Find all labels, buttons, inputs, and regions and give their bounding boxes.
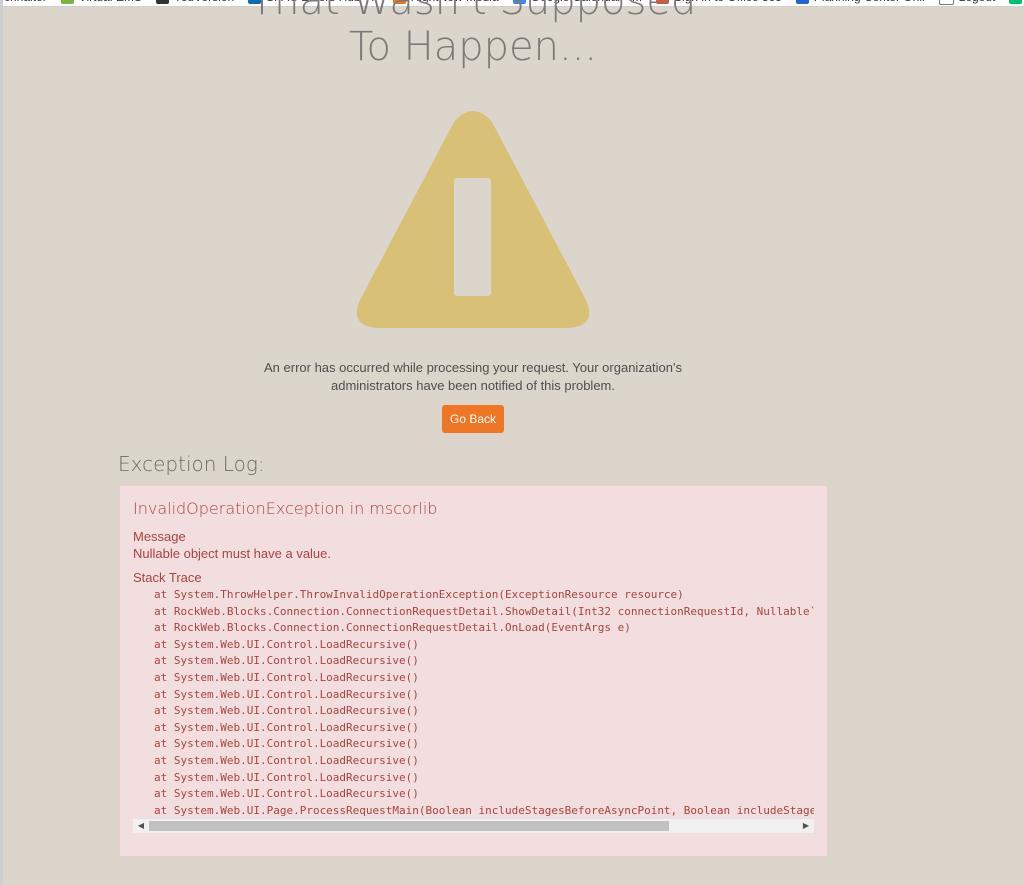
bookmark-label: Logout xyxy=(959,0,996,4)
exception-name: InvalidOperationException in mscorlib xyxy=(133,499,438,518)
message-label: Message xyxy=(133,529,186,544)
stack-trace[interactable]: at System.ThrowHelper.ThrowInvalidOperat… xyxy=(133,587,814,819)
stack-trace-line: at System.Web.UI.Control.LoadRecursive() xyxy=(154,737,419,751)
stack-trace-line: at System.Web.UI.Control.LoadRecursive() xyxy=(154,654,419,668)
bookmark-item[interactable]: Logout xyxy=(938,0,996,5)
page-title: That Wasn't Supposed To Happen... xyxy=(0,0,946,70)
error-message: An error has occurred while processing y… xyxy=(264,360,682,393)
go-back-button[interactable]: Go Back xyxy=(442,405,504,433)
warning-icon xyxy=(354,108,592,330)
stack-trace-line: at System.Web.UI.Control.LoadRecursive() xyxy=(154,670,419,684)
page-title-line-2: To Happen... xyxy=(348,24,598,70)
stack-trace-line: at System.ThrowHelper.ThrowInvalidOperat… xyxy=(154,588,684,601)
stack-trace-line: at System.Web.UI.Control.LoadRecursive() xyxy=(154,687,419,701)
surveymonkey-icon xyxy=(1009,0,1023,4)
stack-trace-line: at System.Web.UI.Control.LoadRecursive() xyxy=(154,720,419,734)
stack-trace-label: Stack Trace xyxy=(133,570,202,585)
exception-panel: InvalidOperationException in mscorlib Me… xyxy=(119,485,828,857)
horizontal-scrollbar[interactable]: ◀ ▶ xyxy=(133,818,814,833)
scroll-right-icon[interactable]: ▶ xyxy=(798,819,814,833)
scroll-left-icon[interactable]: ◀ xyxy=(133,819,149,833)
page: SchnaiterVirtual EMSYouVersionSPAC Elder… xyxy=(0,0,1024,885)
stack-trace-line: at System.Web.UI.Control.LoadRecursive() xyxy=(154,770,419,784)
exception-log-title: Exception Log: xyxy=(118,452,265,476)
stack-trace-line: at RockWeb.Blocks.Connection.ConnectionR… xyxy=(154,621,631,635)
page-title-line-1: That Wasn't Supposed xyxy=(249,0,697,24)
stack-trace-line: at System.Web.UI.Control.LoadRecursive() xyxy=(154,637,419,651)
stack-trace-line: at System.Web.UI.Control.LoadRecursive() xyxy=(154,753,419,767)
stack-trace-lines: at System.ThrowHelper.ThrowInvalidOperat… xyxy=(133,587,814,819)
window-edge xyxy=(0,0,3,885)
stack-trace-line: at System.Web.UI.Control.LoadRecursive() xyxy=(154,787,419,801)
message-value: Nullable object must have a value. xyxy=(133,546,332,561)
scrollbar-thumb[interactable] xyxy=(149,821,669,831)
stack-trace-line: at System.Web.UI.Control.LoadRecursive() xyxy=(154,704,419,718)
stack-trace-line: at RockWeb.Blocks.Connection.ConnectionR… xyxy=(154,604,814,618)
bookmark-item[interactable]: SurveyM xyxy=(1009,0,1024,4)
stack-trace-line: at System.Web.UI.Page.ProcessRequestMain… xyxy=(154,803,814,817)
